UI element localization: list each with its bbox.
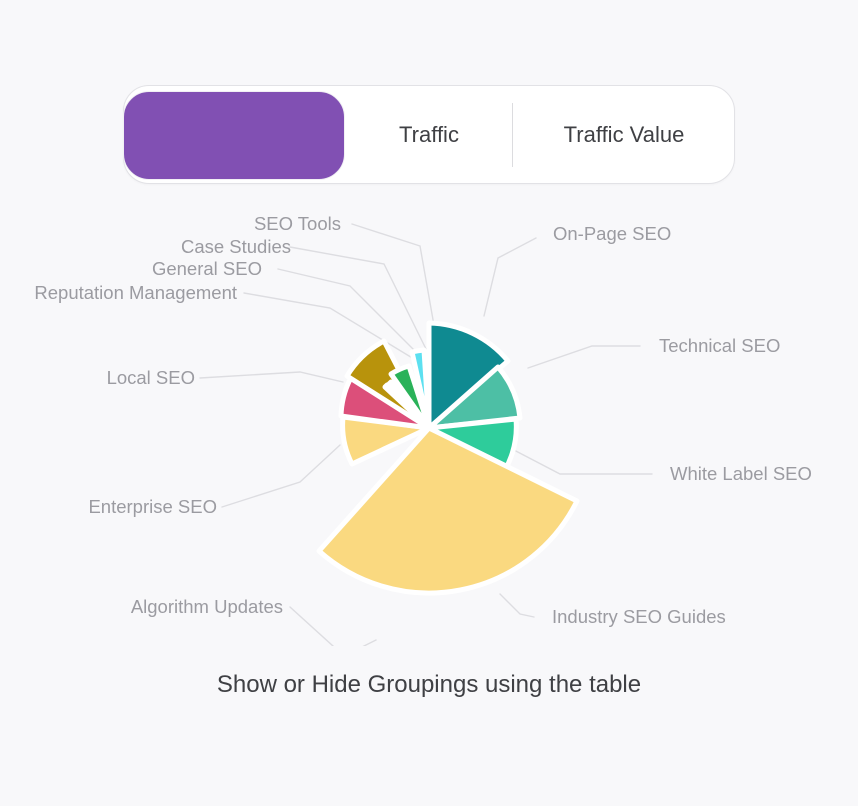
chart-caption: Show or Hide Groupings using the table <box>216 671 642 698</box>
leader-general-seo <box>277 268 421 357</box>
leader-white-label-seo <box>511 448 653 475</box>
pie-slices[interactable] <box>316 320 580 596</box>
traffic-metric-toggle[interactable]: Traffic Traffic Value <box>123 85 735 184</box>
pie-chart[interactable]: On-Page SEO Technical SEO White Label SE… <box>0 196 858 646</box>
pie-label-on-page-seo: On-Page SEO <box>553 223 672 244</box>
leader-industry-seo-guides <box>499 593 535 618</box>
pie-label-industry-seo-guides: Industry SEO Guides <box>552 606 726 627</box>
leader-case-studies <box>289 246 429 354</box>
toggle-traffic-value[interactable]: Traffic Value <box>513 123 735 146</box>
leader-technical-seo <box>527 345 641 369</box>
leader-local-seo <box>199 371 344 383</box>
toggle-selected-pill[interactable] <box>123 91 345 180</box>
pie-label-white-label-seo: White Label SEO <box>670 463 812 484</box>
pie-label-technical-seo: Technical SEO <box>659 335 781 356</box>
pie-label-seo-tools: SEO Tools <box>253 213 341 234</box>
pie-label-general-seo: General SEO <box>151 258 262 279</box>
leader-on-page-seo <box>483 237 537 317</box>
pie-label-enterprise-seo: Enterprise SEO <box>88 496 217 517</box>
pie-label-reputation-management: Reputation Management <box>34 282 237 303</box>
pie-label-local-seo: Local SEO <box>106 367 195 388</box>
toggle-traffic[interactable]: Traffic <box>346 123 512 146</box>
leader-enterprise-seo <box>221 444 341 508</box>
leader-algorithm-updates <box>289 606 377 646</box>
pie-label-algorithm-updates: Algorithm Updates <box>130 596 283 617</box>
pie-chart-svg[interactable] <box>0 196 858 646</box>
pie-label-case-studies: Case Studies <box>180 236 291 257</box>
